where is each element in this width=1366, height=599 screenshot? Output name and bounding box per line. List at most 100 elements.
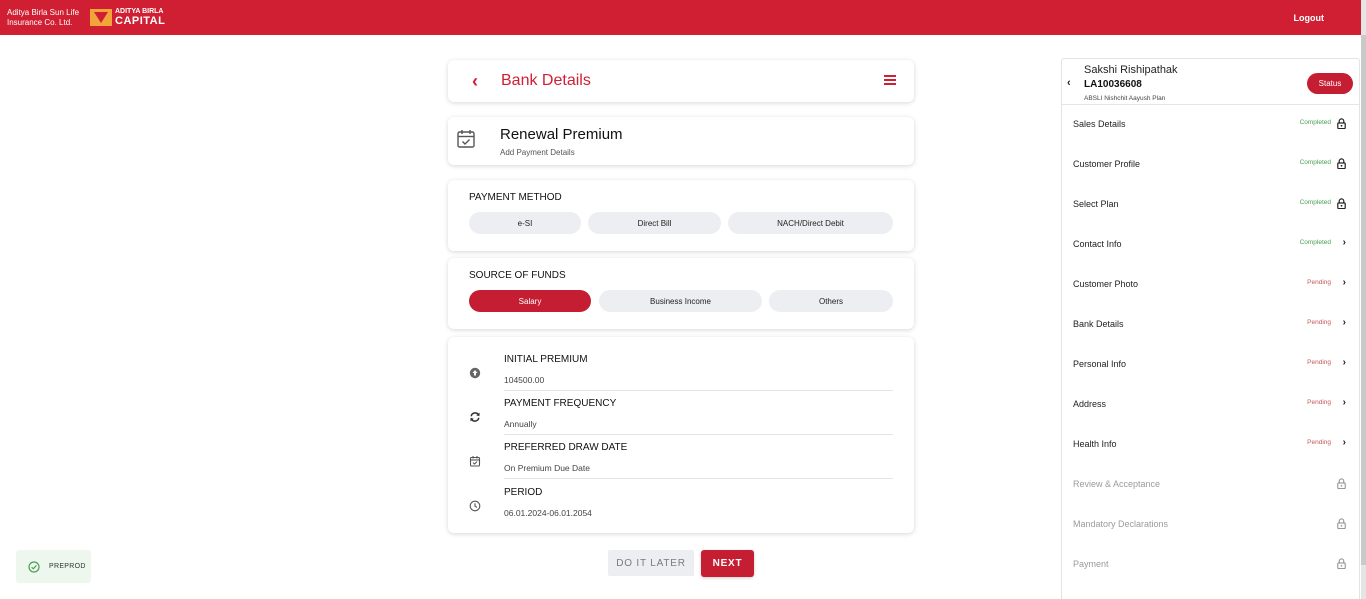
source-of-funds-label: SOURCE OF FUNDS bbox=[469, 270, 566, 281]
sidebar-item-label: Contact Info bbox=[1073, 239, 1122, 249]
upload-circle-icon bbox=[469, 367, 481, 379]
refresh-icon bbox=[470, 412, 480, 422]
lock-icon bbox=[1337, 158, 1346, 169]
detail-row: PREFERRED DRAW DATE On Premium Due Date bbox=[448, 435, 914, 479]
source-of-funds-card: SOURCE OF FUNDS Salary Business Income O… bbox=[448, 258, 914, 329]
detail-value: Annually bbox=[504, 419, 537, 429]
chevron-right-icon: › bbox=[1342, 437, 1346, 448]
renewal-title: Renewal Premium bbox=[500, 126, 623, 143]
detail-row: INITIAL PREMIUM 104500.00 bbox=[448, 347, 914, 391]
payment-method-card: PAYMENT METHOD e-SI Direct Bill NACH/Dir… bbox=[448, 180, 914, 251]
page-title: Bank Details bbox=[501, 72, 591, 89]
funds-option-others[interactable]: Others bbox=[769, 290, 893, 312]
chevron-left-icon[interactable]: ‹ bbox=[1067, 77, 1071, 89]
detail-value: 104500.00 bbox=[504, 375, 545, 385]
chevron-right-icon: › bbox=[1342, 357, 1346, 368]
lock-icon bbox=[1337, 118, 1346, 129]
payment-option-esi[interactable]: e-SI bbox=[469, 212, 581, 234]
next-button[interactable]: NEXT bbox=[701, 550, 754, 577]
aditya-birla-capital-logo: ADITYA BIRLA CAPITAL bbox=[90, 8, 165, 27]
sidebar-item-state: Pending bbox=[1307, 399, 1331, 406]
do-it-later-button[interactable]: DO IT LATER bbox=[608, 550, 694, 576]
chevron-right-icon: › bbox=[1342, 397, 1346, 408]
top-bar: Aditya Birla Sun Life Insurance Co. Ltd.… bbox=[0, 0, 1366, 35]
hamburger-icon[interactable] bbox=[884, 75, 896, 85]
detail-value: 06.01.2024-06.01.2054 bbox=[504, 508, 592, 518]
sidebar-item-label: Payment bbox=[1073, 559, 1109, 569]
scrollbar-thumb[interactable] bbox=[1361, 35, 1366, 565]
funds-option-business-income[interactable]: Business Income bbox=[599, 290, 762, 312]
sidebar-item[interactable]: Sales Details Completed bbox=[1062, 105, 1359, 145]
funds-option-salary[interactable]: Salary bbox=[469, 290, 591, 312]
sidebar-item[interactable]: Bank Details Pending › bbox=[1062, 305, 1359, 345]
sidebar-item-label: Review & Acceptance bbox=[1073, 479, 1161, 489]
sidebar-item: Mandatory Declarations bbox=[1062, 505, 1359, 545]
plan-name: ABSLI Nishchit Aayush Plan bbox=[1084, 95, 1166, 102]
sidebar-item-label: Bank Details bbox=[1073, 319, 1124, 329]
sidebar-item: Payment bbox=[1062, 545, 1359, 585]
sidebar-item-state: Completed bbox=[1299, 159, 1331, 166]
application-progress-sidebar: ‹ Sakshi Rishipathak LA10036608 ABSLI Ni… bbox=[1061, 58, 1360, 599]
sidebar-item[interactable]: Customer Photo Pending › bbox=[1062, 265, 1359, 305]
sidebar-item[interactable]: Contact Info Completed › bbox=[1062, 225, 1359, 265]
brand2-big: CAPITAL bbox=[115, 15, 166, 27]
sidebar-item-state: Pending bbox=[1307, 359, 1331, 366]
environment-badge: PREPROD bbox=[16, 550, 91, 583]
sidebar-item-label: Health Info bbox=[1073, 439, 1117, 449]
payment-option-direct-bill[interactable]: Direct Bill bbox=[588, 212, 721, 234]
application-id: LA10036608 bbox=[1084, 79, 1142, 90]
applicant-name: Sakshi Rishipathak bbox=[1084, 64, 1178, 76]
sidebar-item[interactable]: Customer Profile Completed bbox=[1062, 145, 1359, 185]
bank-details-header: ‹ Bank Details bbox=[448, 60, 914, 102]
premium-details-card: INITIAL PREMIUM 104500.00 PAYMENT FREQUE… bbox=[448, 337, 914, 533]
chevron-right-icon: › bbox=[1342, 277, 1346, 288]
detail-row: PERIOD 06.01.2024-06.01.2054 bbox=[448, 480, 914, 524]
sidebar-item: Review & Acceptance bbox=[1062, 465, 1359, 505]
payment-option-nach[interactable]: NACH/Direct Debit bbox=[728, 212, 893, 234]
lock-icon bbox=[1337, 198, 1346, 209]
status-button[interactable]: Status bbox=[1307, 73, 1353, 94]
sidebar-item-state: Completed bbox=[1299, 199, 1331, 206]
chevron-right-icon: › bbox=[1342, 317, 1346, 328]
sidebar-item-state: Pending bbox=[1307, 319, 1331, 326]
sidebar-item[interactable]: Address Pending › bbox=[1062, 385, 1359, 425]
detail-label: PERIOD bbox=[504, 487, 543, 498]
sidebar-item-state: Pending bbox=[1307, 439, 1331, 446]
logout-link[interactable]: Logout bbox=[1294, 13, 1325, 23]
sidebar-item-label: Customer Profile bbox=[1073, 159, 1141, 169]
sidebar-item[interactable]: Personal Info Pending › bbox=[1062, 345, 1359, 385]
sidebar-item-state: Pending bbox=[1307, 279, 1331, 286]
sidebar-item-label: Customer Photo bbox=[1073, 279, 1139, 289]
payment-method-label: PAYMENT METHOD bbox=[469, 192, 562, 203]
sidebar-item-state: Completed bbox=[1299, 119, 1331, 126]
renewal-subtitle: Add Payment Details bbox=[500, 148, 575, 157]
detail-value: On Premium Due Date bbox=[504, 463, 590, 473]
sidebar-item-label: Address bbox=[1073, 399, 1107, 409]
sidebar-item[interactable]: Select Plan Completed bbox=[1062, 185, 1359, 225]
sidebar-item[interactable]: Health Info Pending › bbox=[1062, 425, 1359, 465]
chevron-right-icon: › bbox=[1342, 237, 1346, 248]
applicant-header: ‹ Sakshi Rishipathak LA10036608 ABSLI Ni… bbox=[1062, 59, 1359, 105]
detail-row: PAYMENT FREQUENCY Annually bbox=[448, 391, 914, 435]
sidebar-item-label: Personal Info bbox=[1073, 359, 1127, 369]
brand-line-1: Aditya Birla Sun Life bbox=[7, 8, 80, 17]
detail-label: PREFERRED DRAW DATE bbox=[504, 442, 628, 453]
sidebar-item-label: Mandatory Declarations bbox=[1073, 519, 1169, 529]
chevron-left-icon[interactable]: ‹ bbox=[472, 72, 478, 90]
sidebar-item-label: Select Plan bbox=[1073, 199, 1119, 209]
environment-label: PREPROD bbox=[49, 563, 86, 570]
calendar-check-icon bbox=[457, 130, 475, 148]
brand2-small: ADITYA BIRLA bbox=[115, 8, 164, 15]
check-circle-icon bbox=[28, 560, 40, 573]
sidebar-item-label: Sales Details bbox=[1073, 119, 1126, 129]
absli-logo-text: Aditya Birla Sun Life Insurance Co. Ltd. bbox=[7, 8, 87, 28]
lock-outline-icon bbox=[1337, 558, 1346, 569]
lock-outline-icon bbox=[1337, 518, 1346, 529]
calendar-icon bbox=[469, 456, 481, 467]
detail-label: PAYMENT FREQUENCY bbox=[504, 398, 617, 409]
sun-logo-icon bbox=[90, 9, 112, 26]
renewal-premium-card: Renewal Premium Add Payment Details bbox=[448, 117, 914, 165]
detail-label: INITIAL PREMIUM bbox=[504, 354, 588, 365]
page-scrollbar[interactable] bbox=[1361, 0, 1366, 599]
clock-icon bbox=[469, 500, 481, 512]
